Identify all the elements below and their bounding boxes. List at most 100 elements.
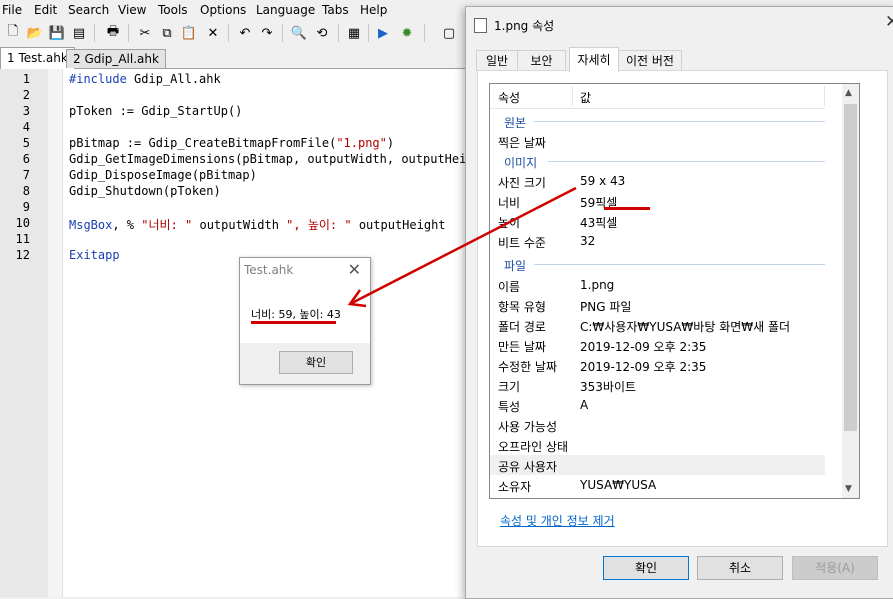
menu-language[interactable]: Language xyxy=(256,3,315,17)
column-header-name[interactable]: 속성 xyxy=(498,89,520,106)
column-separator xyxy=(572,86,573,106)
group-label: 파일 xyxy=(504,259,527,273)
line-number: 2 xyxy=(22,88,30,102)
message-box-title: Test.ahk xyxy=(244,263,294,277)
close-icon[interactable]: ✕ xyxy=(885,12,893,32)
run-icon[interactable]: ▶ xyxy=(374,24,392,42)
replace-icon[interactable]: ⟲ xyxy=(313,24,331,42)
details-panel: 속성 값 원본 찍은 날짜 이미지 사진 크기 59 x 43 너비 59픽셀 높이… xyxy=(477,70,888,547)
redo-icon[interactable]: ↷ xyxy=(258,24,276,42)
find-icon[interactable]: 🔍 xyxy=(290,24,308,42)
list-item[interactable]: 폴더 경로 C:₩사용자₩YUSA₩바탕 화면₩새 폴더 xyxy=(490,315,825,335)
menu-options[interactable]: Options xyxy=(200,3,246,17)
message-box-footer: 확인 xyxy=(240,343,370,384)
list-item[interactable]: 만든 날짜 2019-12-09 오후 2:35 xyxy=(490,335,825,355)
property-value: 353바이트 xyxy=(580,380,637,394)
open-folder-icon[interactable]: 📂 xyxy=(26,24,44,42)
tab-general[interactable]: 일반 xyxy=(476,50,518,71)
undo-icon[interactable]: ↶ xyxy=(236,24,254,42)
group-label: 이미지 xyxy=(504,156,538,170)
code-keyword: Exitapp xyxy=(69,248,120,262)
list-item[interactable]: 높이 43픽셀 xyxy=(490,211,825,231)
paste-icon[interactable]: 📋 xyxy=(180,24,198,42)
menu-file[interactable]: File xyxy=(2,3,22,17)
property-value: 59 x 43 xyxy=(580,174,626,188)
tab-test-ahk[interactable]: 1 Test.ahk xyxy=(0,47,75,70)
line-number-gutter: 1 2 3 4 5 6 7 8 9 10 11 12 xyxy=(0,69,48,597)
tab-security[interactable]: 보안 xyxy=(517,50,566,71)
property-name: 사용 가능성 xyxy=(498,420,558,434)
code-line-5: pBitmap := Gdip_CreateBitmapFromFile("1.… xyxy=(69,136,394,150)
menu-edit[interactable]: Edit xyxy=(34,3,57,17)
delete-icon[interactable]: ✕ xyxy=(204,24,222,42)
list-item[interactable]: 오프라인 상태 xyxy=(490,435,825,455)
list-item[interactable]: 공유 사용자 xyxy=(490,455,825,475)
property-name: 크기 xyxy=(498,380,521,394)
chevron-down-icon[interactable]: ▼ xyxy=(845,484,852,494)
list-item[interactable]: 너비 59픽셀 xyxy=(490,191,825,211)
list-item[interactable]: 크기 353바이트 xyxy=(490,375,825,395)
cancel-button[interactable]: 취소 xyxy=(697,556,783,580)
ok-button[interactable]: 확인 xyxy=(279,351,353,374)
menu-search[interactable]: Search xyxy=(68,3,109,17)
code-text: Gdip_All.ahk xyxy=(126,72,221,86)
tab-previous-versions[interactable]: 이전 버전 xyxy=(618,50,682,71)
list-header: 속성 값 xyxy=(490,84,825,109)
new-file-icon[interactable]: 🗋 xyxy=(4,24,22,42)
ok-button[interactable]: 확인 xyxy=(603,556,689,580)
debug-icon[interactable]: ✹ xyxy=(398,24,416,42)
tab-details[interactable]: 자세히 xyxy=(569,47,619,72)
menu-help[interactable]: Help xyxy=(360,3,387,17)
menu-tools[interactable]: Tools xyxy=(158,3,188,17)
window-icon[interactable]: ▢ xyxy=(440,24,458,42)
list-item[interactable]: 특성 A xyxy=(490,395,825,415)
list-item[interactable]: 소유자 YUSA₩YUSA xyxy=(490,475,825,495)
line-number: 5 xyxy=(22,136,30,150)
property-name: 수정한 날짜 xyxy=(498,360,558,374)
code-text: , % xyxy=(112,218,142,232)
save-all-icon[interactable]: ▤ xyxy=(70,24,88,42)
property-value: YUSA₩YUSA xyxy=(580,478,657,492)
line-number: 3 xyxy=(22,104,30,118)
menu-view[interactable]: View xyxy=(118,3,146,17)
list-item[interactable]: 항목 유형 PNG 파일 xyxy=(490,295,825,315)
column-separator xyxy=(824,86,825,106)
toolbar-separator xyxy=(282,24,283,42)
list-item[interactable]: 사진 크기 59 x 43 xyxy=(490,171,825,191)
column-header-value[interactable]: 값 xyxy=(580,89,591,106)
toolbar-separator xyxy=(338,24,339,42)
property-name: 폴더 경로 xyxy=(498,320,546,334)
menu-tabs[interactable]: Tabs xyxy=(322,3,349,17)
remove-properties-link[interactable]: 속성 및 개인 정보 제거 xyxy=(500,512,615,529)
property-name: 사진 크기 xyxy=(498,176,546,190)
print-icon[interactable]: 🖶 xyxy=(104,24,122,42)
copy-icon[interactable]: ⧉ xyxy=(158,24,176,42)
apply-button[interactable]: 적용(A) xyxy=(792,556,878,580)
chevron-up-icon[interactable]: ▲ xyxy=(845,88,852,98)
property-name: 이름 xyxy=(498,280,521,294)
property-name: 특성 xyxy=(498,400,521,414)
toolbar-separator xyxy=(128,24,129,42)
group-divider xyxy=(534,264,825,265)
close-icon[interactable]: ✕ xyxy=(348,260,361,279)
list-item[interactable]: 비트 수준 32 xyxy=(490,231,825,251)
vertical-scrollbar[interactable]: ▲ ▼ xyxy=(842,84,859,498)
list-item[interactable]: 사용 가능성 xyxy=(490,415,825,435)
message-box-text: 너비: 59, 높이: 43 xyxy=(251,308,341,321)
code-line-7: Gdip_DisposeImage(pBitmap) xyxy=(69,168,257,182)
list-item[interactable]: 찍은 날짜 xyxy=(490,131,825,151)
properties-list[interactable]: 속성 값 원본 찍은 날짜 이미지 사진 크기 59 x 43 너비 59픽셀 높이… xyxy=(489,83,860,499)
tab-gdip-all-ahk[interactable]: 2 Gdip_All.ahk xyxy=(66,49,166,68)
group-file: 파일 xyxy=(490,254,825,274)
line-number: 6 xyxy=(22,152,30,166)
list-item[interactable]: 이름 1.png xyxy=(490,275,825,295)
group-divider xyxy=(548,161,825,162)
cut-icon[interactable]: ✂ xyxy=(136,24,154,42)
save-icon[interactable]: 💾 xyxy=(48,24,66,42)
list-item[interactable]: 수정한 날짜 2019-12-09 오후 2:35 xyxy=(490,355,825,375)
code-line-1: #include Gdip_All.ahk xyxy=(69,72,221,86)
code-line-12: Exitapp xyxy=(69,248,120,262)
scrollbar-thumb[interactable] xyxy=(844,104,857,431)
compile-icon[interactable]: ▦ xyxy=(345,24,363,42)
code-line-10: MsgBox, % "너비: " outputWidth ", 높이: " ou… xyxy=(69,216,446,233)
